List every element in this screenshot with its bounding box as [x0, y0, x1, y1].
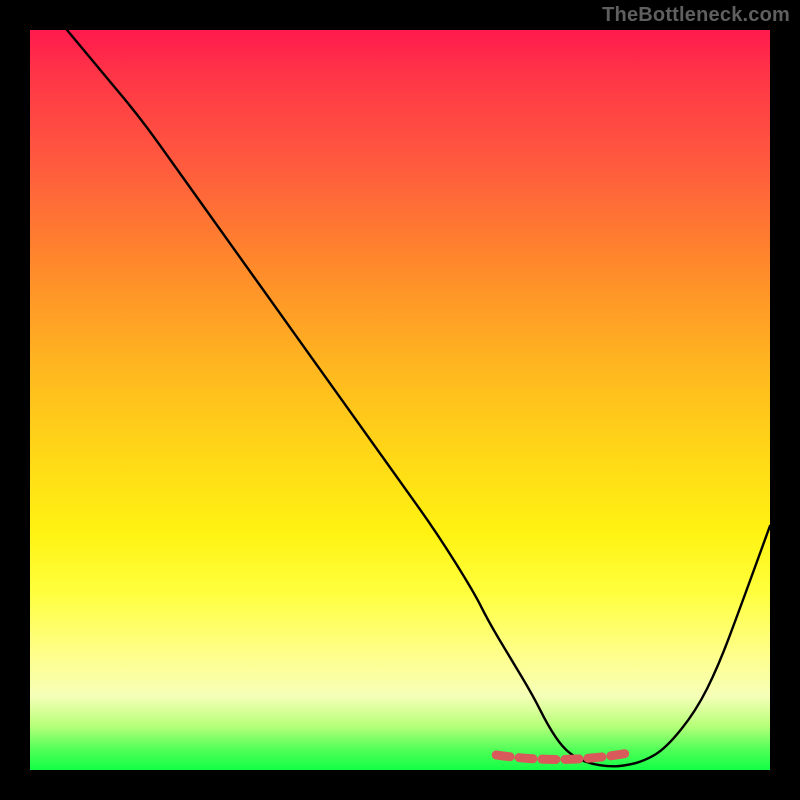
plot-area — [30, 30, 770, 770]
curve-layer — [30, 30, 770, 770]
watermark-text: TheBottleneck.com — [602, 4, 790, 27]
optimal-range-marker — [496, 753, 629, 760]
chart-frame: TheBottleneck.com — [0, 0, 800, 800]
bottleneck-curve — [67, 30, 770, 766]
